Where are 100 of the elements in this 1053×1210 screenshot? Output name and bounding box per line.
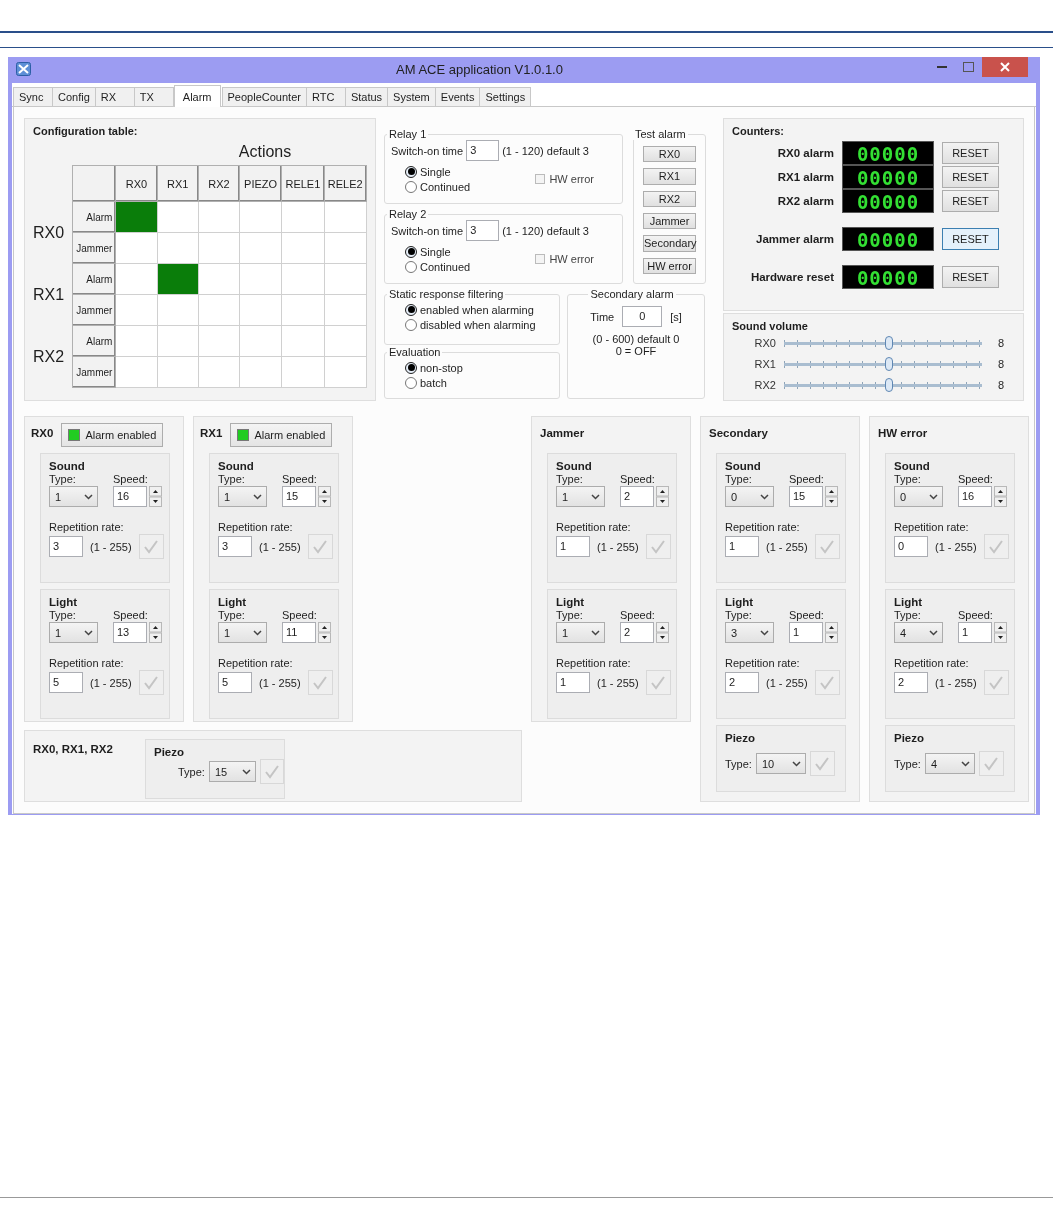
apply-button[interactable] <box>983 534 1009 559</box>
apply-button[interactable] <box>814 534 840 559</box>
text-field[interactable]: 11 <box>282 622 316 643</box>
spinner-button[interactable] <box>318 622 331 643</box>
text-field[interactable]: 3 <box>218 536 252 557</box>
spinner-button[interactable] <box>994 486 1007 507</box>
apply-button[interactable] <box>260 759 284 784</box>
test-button[interactable]: RX1 <box>643 168 696 185</box>
tab[interactable]: Config <box>52 87 96 106</box>
tab[interactable]: Sync <box>13 87 53 106</box>
text-field[interactable]: 0 <box>622 306 663 327</box>
text-field[interactable]: 5 <box>49 672 83 693</box>
radio-button[interactable]: batch <box>405 375 553 390</box>
tab[interactable]: Status <box>344 87 389 106</box>
dropdown[interactable]: 1 <box>49 486 98 507</box>
alarm-enabled-button[interactable]: Alarm enabled <box>61 423 164 447</box>
text-field[interactable]: 0 <box>894 536 928 557</box>
slider-thumb[interactable] <box>884 357 893 371</box>
slider-thumb[interactable] <box>884 336 893 350</box>
spinner-button[interactable] <box>149 486 162 507</box>
dropdown[interactable]: 4 <box>894 622 943 643</box>
tab[interactable]: PeopleCounter <box>221 87 307 106</box>
text-field[interactable]: 1 <box>556 672 590 693</box>
dropdown[interactable]: 1 <box>556 486 605 507</box>
reset-button[interactable]: RESET <box>942 190 999 212</box>
reset-button[interactable]: RESET <box>942 227 999 250</box>
apply-button[interactable] <box>645 534 671 559</box>
dropdown[interactable]: 1 <box>218 486 267 507</box>
radio-button[interactable]: disabled when alarming <box>405 317 553 332</box>
spinner-button[interactable] <box>656 622 669 643</box>
tab[interactable]: RX <box>94 87 135 106</box>
text-field[interactable]: 2 <box>894 672 928 693</box>
spinner-button[interactable] <box>149 622 162 643</box>
tab[interactable]: Settings <box>479 87 532 106</box>
text-field[interactable]: 15 <box>282 486 316 507</box>
tab[interactable]: Alarm <box>173 85 221 107</box>
reset-button[interactable]: RESET <box>942 265 999 288</box>
field-label: Repetition rate: <box>556 657 632 669</box>
reset-button[interactable]: RESET <box>942 142 999 164</box>
tab[interactable]: System <box>387 87 436 106</box>
text-field[interactable]: 1 <box>556 536 590 557</box>
text-field[interactable]: 2 <box>725 672 759 693</box>
tab[interactable]: TX <box>133 87 174 106</box>
sub-title: Piezo <box>894 732 926 744</box>
text-field[interactable]: 16 <box>113 486 147 507</box>
spinner-button[interactable] <box>656 486 669 507</box>
radio-button[interactable]: enabled when alarming <box>405 302 553 317</box>
radio-button[interactable]: Continued <box>405 179 471 194</box>
dropdown[interactable]: 4 <box>924 753 975 774</box>
text-field[interactable]: 13 <box>113 622 147 643</box>
text-field[interactable]: 3 <box>49 536 83 557</box>
radio-button[interactable]: Single <box>405 244 471 259</box>
test-button[interactable]: RX2 <box>643 190 696 207</box>
dropdown[interactable]: 0 <box>894 486 943 507</box>
volume-value: 8 <box>998 358 1005 370</box>
test-button[interactable]: Secondary <box>643 235 696 252</box>
test-button[interactable]: RX0 <box>643 146 696 163</box>
tab[interactable]: RTC <box>305 87 346 106</box>
dropdown[interactable]: 15 <box>208 761 257 782</box>
apply-button[interactable] <box>814 670 840 695</box>
radio-button[interactable]: Single <box>405 164 471 179</box>
apply-button[interactable] <box>138 534 164 559</box>
alarm-enabled-button[interactable]: Alarm enabled <box>230 423 333 447</box>
text-field[interactable]: 1 <box>789 622 823 643</box>
dropdown[interactable]: 3 <box>725 622 774 643</box>
test-button[interactable]: Jammer <box>643 213 696 230</box>
volume-value: 8 <box>998 379 1005 391</box>
tab[interactable]: Events <box>434 87 481 106</box>
spinner-button[interactable] <box>318 486 331 507</box>
apply-button[interactable] <box>307 670 333 695</box>
close-button[interactable] <box>982 57 1028 77</box>
spinner-button[interactable] <box>994 622 1007 643</box>
apply-button[interactable] <box>645 670 671 695</box>
text-field[interactable]: 1 <box>958 622 992 643</box>
apply-button[interactable] <box>307 534 333 559</box>
dropdown[interactable]: 0 <box>725 486 774 507</box>
radio-button[interactable]: Continued <box>405 259 471 274</box>
text-field[interactable]: 2 <box>620 622 654 643</box>
test-button[interactable]: HW error <box>643 257 696 274</box>
slider-thumb[interactable] <box>884 378 893 392</box>
dropdown[interactable]: 1 <box>49 622 98 643</box>
dropdown[interactable]: 1 <box>218 622 267 643</box>
apply-button[interactable] <box>138 670 164 695</box>
text-field[interactable]: 16 <box>958 486 992 507</box>
text-field[interactable]: 15 <box>789 486 823 507</box>
dropdown[interactable]: 1 <box>556 622 605 643</box>
spinner-button[interactable] <box>825 486 838 507</box>
text-field[interactable]: 3 <box>466 220 500 241</box>
text-field[interactable]: 3 <box>466 140 500 161</box>
reset-button[interactable]: RESET <box>942 166 999 188</box>
text-field[interactable]: 5 <box>218 672 252 693</box>
sub-title: Sound <box>556 460 593 472</box>
text-field[interactable]: 1 <box>725 536 759 557</box>
text-field[interactable]: 2 <box>620 486 654 507</box>
apply-button[interactable] <box>983 670 1009 695</box>
dropdown[interactable]: 10 <box>755 753 806 774</box>
radio-button[interactable]: non-stop <box>405 360 553 375</box>
apply-button[interactable] <box>809 751 835 776</box>
apply-button[interactable] <box>978 751 1004 776</box>
spinner-button[interactable] <box>825 622 838 643</box>
